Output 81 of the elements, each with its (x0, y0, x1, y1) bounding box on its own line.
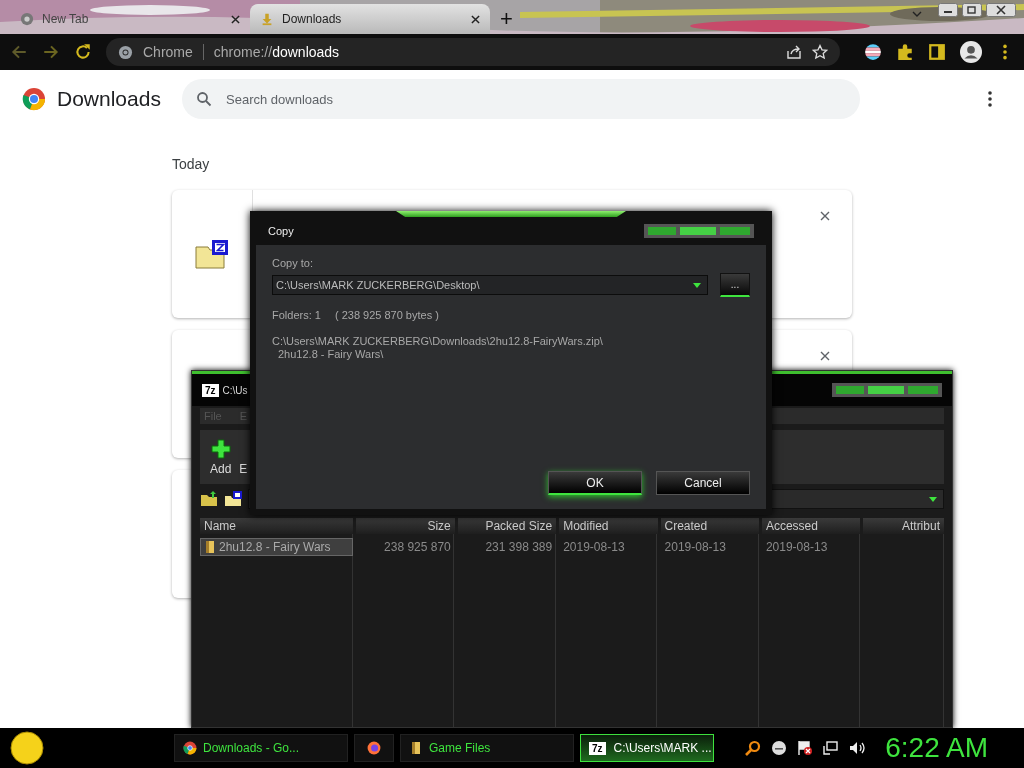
reload-icon[interactable] (74, 43, 92, 61)
share-icon[interactable] (786, 44, 802, 60)
source-path: 2hu12.8 - Fairy Wars\ (277, 348, 385, 361)
chrome-icon (20, 12, 34, 26)
tab-title: Downloads (282, 12, 343, 26)
table-cell-text: 2019-08-13 (562, 539, 626, 556)
field-label: Copy to: (272, 257, 314, 269)
browser-tab[interactable]: Downloads (250, 4, 490, 34)
column-header[interactable]: Attribut (863, 518, 944, 534)
taskbar-button[interactable]: Downloads - Go... (174, 734, 348, 762)
dialog-button[interactable]: OK (548, 471, 642, 495)
table-cell-text: 2019-08-13 (764, 539, 829, 556)
more-icon[interactable] (988, 91, 992, 107)
close-icon[interactable] (820, 351, 830, 361)
table-cell-text: 238 925 870 (383, 539, 452, 556)
sidebar-icon[interactable] (928, 43, 946, 61)
table-cell: 2hu12.8 - Fairy Wars (200, 538, 354, 556)
site-label: Chrome (143, 44, 193, 60)
close-icon[interactable] (986, 3, 1016, 17)
close-icon[interactable] (471, 14, 480, 24)
table-cell-text: 231 398 389 (484, 539, 554, 556)
column-header[interactable]: Accessed (761, 518, 861, 534)
chrome-icon (118, 44, 133, 60)
fox-globe-icon (367, 741, 381, 755)
dialog-button[interactable]: Cancel (656, 471, 750, 495)
puzzle-icon[interactable] (896, 43, 914, 61)
zip-folder-icon[interactable] (224, 491, 242, 507)
column-header[interactable]: Packed Size (457, 518, 557, 534)
url-text: chrome://downloads (213, 44, 340, 60)
new-tab-button[interactable]: + (490, 4, 523, 34)
taskbar-button[interactable] (354, 734, 394, 762)
chrome-icon (183, 741, 197, 755)
caret-icon (929, 496, 937, 502)
window-buttons-drawing[interactable] (832, 383, 942, 397)
caret-icon[interactable] (912, 11, 922, 17)
byte-count: ( 238 925 870 bytes ) (334, 309, 439, 321)
minimize-icon[interactable] (938, 3, 958, 17)
flag-icon[interactable] (864, 43, 882, 61)
folder-icon (409, 741, 423, 755)
column-header[interactable]: Modified (559, 518, 658, 534)
download-icon (260, 12, 274, 26)
app-badge: 7z (202, 383, 219, 397)
search-icon (196, 91, 212, 107)
tab-title: New Tab (42, 12, 90, 26)
column-header[interactable]: Name (200, 518, 354, 534)
plus-icon (210, 439, 231, 459)
volume-icon[interactable] (849, 740, 866, 756)
browse-button[interactable]: ... (720, 273, 750, 297)
network-icon[interactable] (823, 740, 840, 756)
window-title: C:\Us (222, 384, 248, 396)
star-icon[interactable] (812, 44, 828, 60)
folder-count: Folders: 1 (272, 309, 321, 321)
toolbar-button[interactable]: E (239, 462, 248, 476)
address-bar[interactable]: Chrome chrome://downloads (106, 38, 840, 66)
destination-combo[interactable]: C:\Users\MARK ZUCKERBERG\Desktop\ (272, 275, 708, 295)
search-field[interactable]: Search downloads (182, 79, 860, 119)
taskbar-button[interactable]: Game Files (400, 734, 574, 762)
forward-icon[interactable] (42, 43, 60, 61)
section-heading: Today (172, 156, 211, 172)
clock[interactable]: 6:22 AM (885, 732, 988, 764)
restore-icon[interactable] (962, 3, 982, 17)
page-title: Downloads (57, 87, 162, 111)
chrome-logo-icon (22, 87, 46, 111)
close-icon[interactable] (820, 211, 830, 221)
table-cell-text: 2019-08-13 (663, 539, 727, 556)
search-icon[interactable] (745, 740, 762, 756)
zip-folder-icon (195, 239, 229, 269)
window-buttons-drawing[interactable] (644, 224, 754, 238)
column-header[interactable]: Created (660, 518, 759, 534)
caret-icon (693, 282, 701, 288)
folder-up-icon[interactable] (200, 491, 218, 507)
dialog-title: Copy (268, 225, 294, 237)
taskbar-button[interactable]: 7z C:\Users\MARK ... (580, 734, 714, 762)
folder-icon (205, 540, 215, 554)
column-header[interactable]: Size (356, 518, 455, 534)
source-path: C:\Users\MARK ZUCKERBERG\Downloads\2hu12.8-FairyWars.zip\ (272, 335, 604, 348)
avatar-icon[interactable] (960, 41, 982, 63)
toolbar-button[interactable]: Add (210, 439, 232, 476)
close-icon[interactable] (231, 14, 240, 24)
flag-icon[interactable] (797, 740, 814, 756)
back-icon[interactable] (10, 43, 28, 61)
